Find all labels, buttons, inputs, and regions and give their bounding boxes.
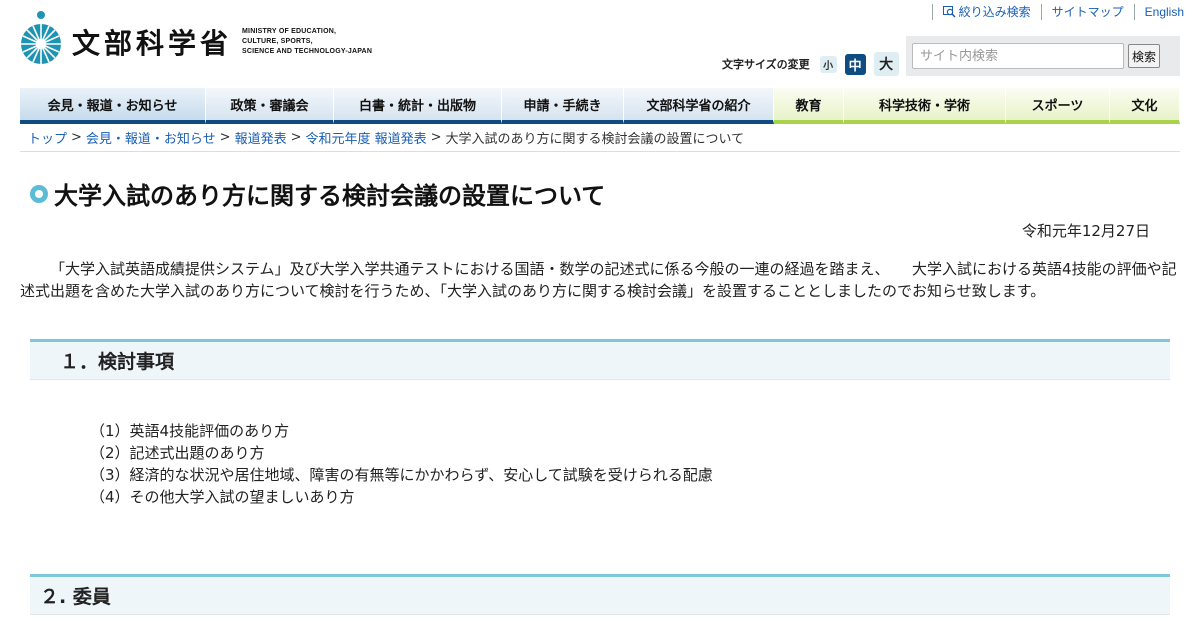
nav-item-education[interactable]: 教育 [774,88,844,124]
intro-paragraph: 「大学入試英語成績提供システム」及び大学入学共通テストにおける国語・数学の記述式… [20,260,1177,300]
breadcrumb-separator: > [71,130,82,145]
section-heading-members: ２. 委員 [30,574,1170,615]
global-nav: 会見・報道・お知らせ 政策・審議会 白書・統計・出版物 申請・手続き 文部科学省… [20,88,1180,124]
nav-item-about[interactable]: 文部科学省の紹介 [624,88,774,124]
site-header: 文部科学省 MINISTRY OF EDUCATION, CULTURE, SP… [0,0,1200,88]
nav-item-publications[interactable]: 白書・統計・出版物 [334,88,502,124]
refine-search-link[interactable]: 絞り込み検索 [931,4,1031,20]
breadcrumb-separator: > [430,130,442,145]
logo-text-jp: 文部科学省 [72,27,233,60]
logo-text-en: MINISTRY OF EDUCATION, CULTURE, SPORTS, … [242,27,372,57]
font-size-medium-button[interactable]: 中 [844,53,866,75]
list-item: （3）経済的な状況や居住地域、障害の有無等にかかわらず、安心して試験を受けられる… [90,466,713,484]
font-size-label: 文字サイズの変更 [722,58,810,71]
breadcrumb-current: 大学入試のあり方に関する検討会議の設置について [445,132,745,147]
title-row: 大学入試のあり方に関する検討会議の設置について [30,176,605,211]
list-item: （2）記述式出題のあり方 [90,444,265,462]
nav-item-sports[interactable]: スポーツ [1006,88,1110,124]
sitemap-link[interactable]: サイトマップ [1040,4,1124,20]
breadcrumb-link-reiwa1[interactable]: 令和元年度 報道発表 [306,128,427,147]
logo-en-line1: MINISTRY OF EDUCATION, [242,28,337,35]
nav-item-press[interactable]: 会見・報道・お知らせ [20,88,206,124]
site-search: 検索 [906,36,1180,76]
section-heading-agenda: １．検討事項 [30,339,1170,380]
breadcrumb-link-releases[interactable]: 報道発表 [235,128,287,147]
publish-date: 令和元年12月27日 [1021,222,1150,240]
search-button[interactable]: 検索 [1128,44,1161,68]
font-size-small-button[interactable]: 小 [819,55,837,73]
nav-item-science[interactable]: 科学技術・学術 [844,88,1006,124]
list-item: （4）その他大学入試の望ましいあり方 [90,488,355,506]
title-bullet-icon [30,184,48,203]
logo-en-line2: CULTURE, SPORTS, [242,38,313,45]
font-size-large-button[interactable]: 大 [873,52,899,76]
mext-emblem-icon [21,11,61,64]
nav-item-culture[interactable]: 文化 [1110,88,1180,124]
logo-en-line3: SCIENCE AND TECHNOLOGY-JAPAN [242,48,373,55]
agenda-list: （1）英語4技能評価のあり方 （2）記述式出題のあり方 （3）経済的な状況や居住… [90,420,713,508]
list-item: （1）英語4技能評価のあり方 [90,422,290,440]
refine-search-icon [942,6,956,18]
breadcrumb: トップ > 会見・報道・お知らせ > 報道発表 > 令和元年度 報道発表 > 大… [20,124,1180,152]
site-logo[interactable]: 文部科学省 MINISTRY OF EDUCATION, CULTURE, SP… [20,10,372,66]
refine-search-label: 絞り込み検索 [958,5,1031,19]
nav-item-applications[interactable]: 申請・手続き [502,88,624,124]
breadcrumb-separator: > [219,130,231,145]
page-title: 大学入試のあり方に関する検討会議の設置について [54,182,606,210]
english-link[interactable]: English [1133,4,1184,20]
breadcrumb-separator: > [290,130,302,145]
breadcrumb-link-top[interactable]: トップ [28,128,67,147]
nav-item-policy[interactable]: 政策・審議会 [206,88,334,124]
search-input[interactable] [912,43,1124,69]
breadcrumb-link-press[interactable]: 会見・報道・お知らせ [86,128,216,147]
utility-links: 絞り込み検索 サイトマップ English [922,4,1184,20]
font-size-control: 文字サイズの変更 小 中 大 [722,52,907,76]
